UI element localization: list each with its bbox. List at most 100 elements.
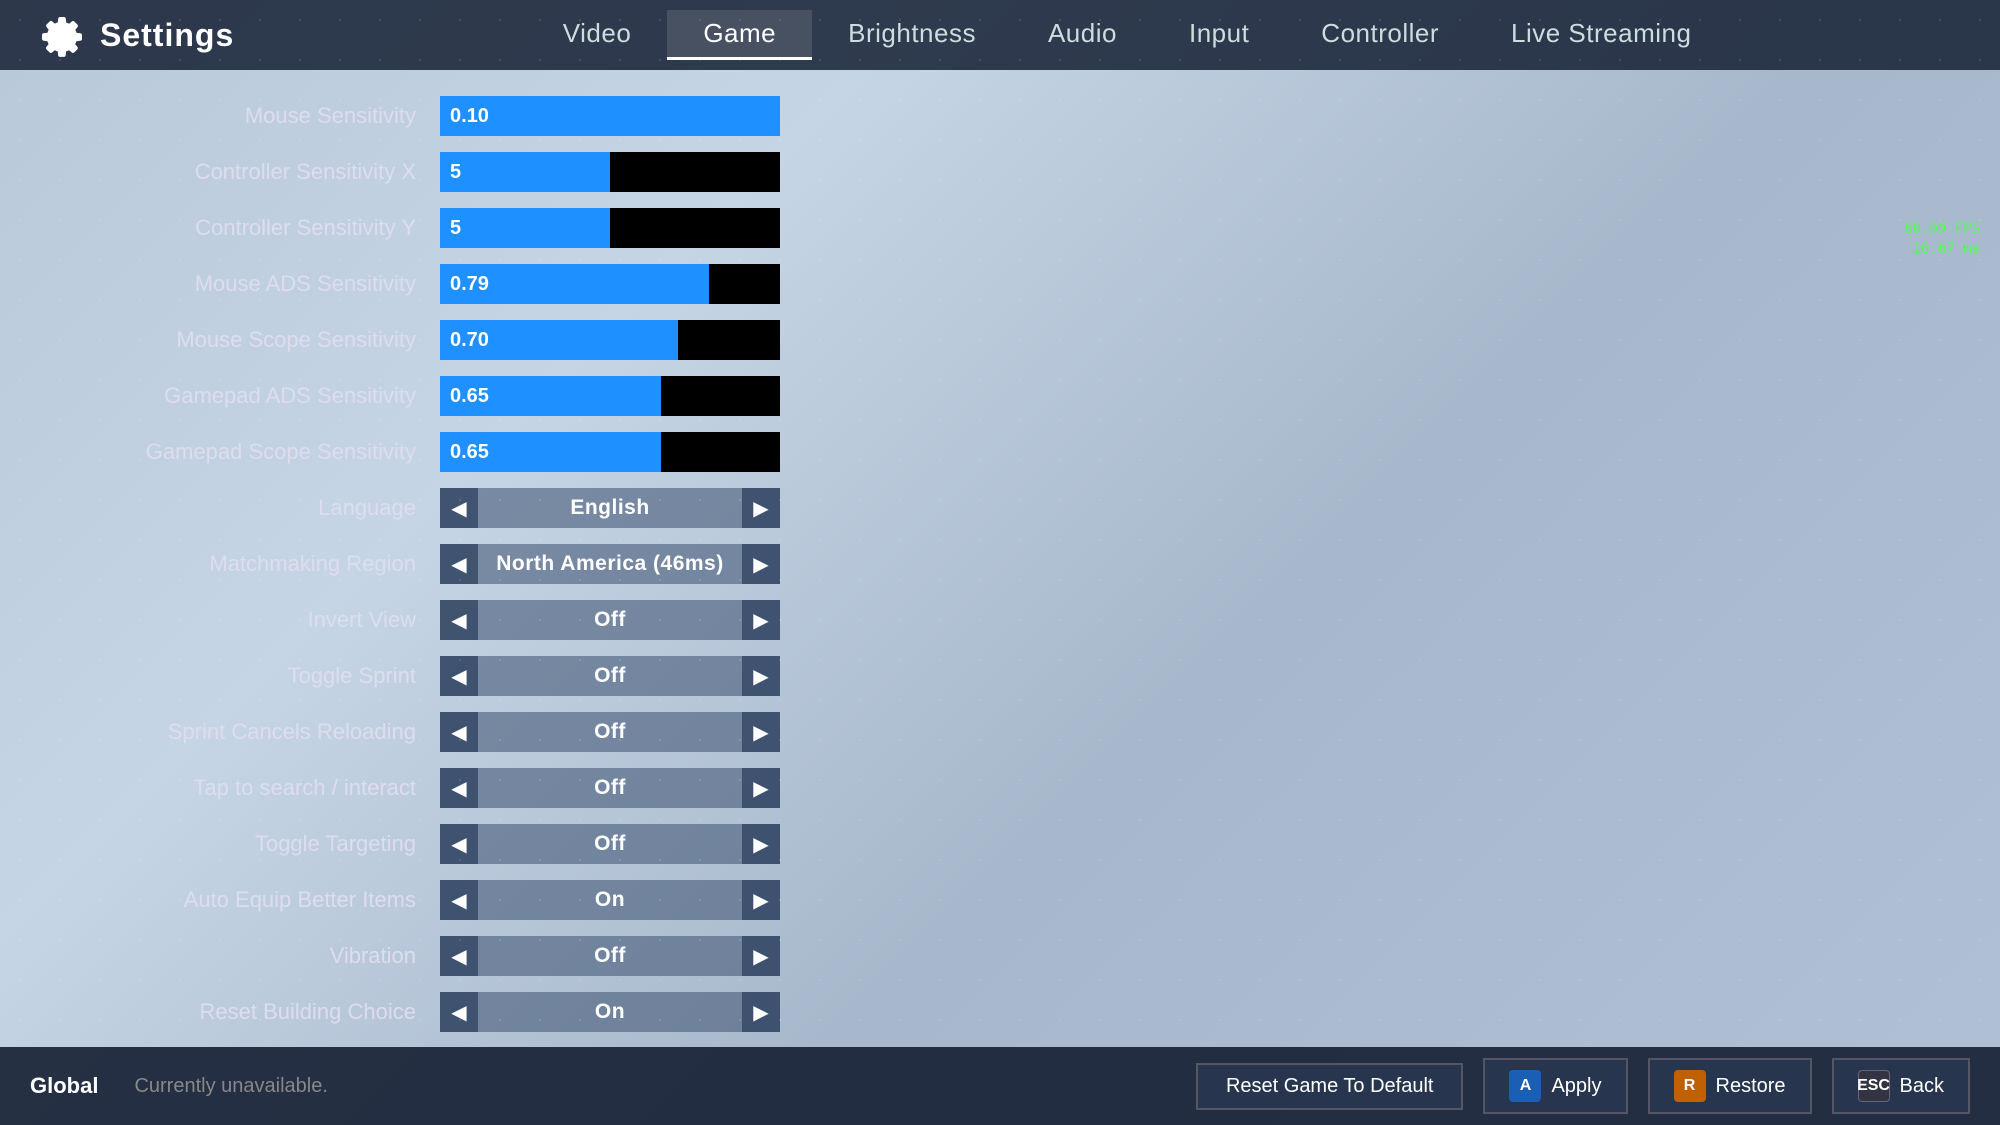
arrow-right-invert-view[interactable]: ▶ (742, 600, 780, 640)
arrow-left-auto-equip[interactable]: ◀ (440, 880, 478, 920)
label-toggle-targeting: Toggle Targeting (60, 831, 440, 857)
arrow-left-invert-view[interactable]: ◀ (440, 600, 478, 640)
control-language[interactable]: ◀ English ▶ (440, 486, 820, 530)
label-mouse-ads: Mouse ADS Sensitivity (60, 271, 440, 297)
reset-default-button[interactable]: Reset Game To Default (1196, 1063, 1464, 1110)
slider-ctrl-x[interactable]: 5 (440, 152, 780, 192)
value-mouse-sensitivity: 0.10 (450, 105, 489, 128)
arrow-auto-equip[interactable]: ◀ On ▶ (440, 880, 780, 920)
arrow-right-vibration[interactable]: ▶ (742, 936, 780, 976)
bottom-bar: Global Currently unavailable. Reset Game… (0, 1047, 2000, 1125)
value-toggle-targeting: Off (478, 832, 742, 856)
control-ctrl-x[interactable]: 5 (440, 150, 820, 194)
slider-mouse-scope[interactable]: 0.70 (440, 320, 780, 360)
arrow-tap-search[interactable]: ◀ Off ▶ (440, 768, 780, 808)
label-mouse-sensitivity: Mouse Sensitivity (60, 103, 440, 129)
tab-live-streaming[interactable]: Live Streaming (1475, 10, 1727, 60)
tab-audio[interactable]: Audio (1012, 10, 1153, 60)
control-mouse-ads[interactable]: 0.79 (440, 262, 820, 306)
arrow-right-auto-equip[interactable]: ▶ (742, 880, 780, 920)
control-invert-view[interactable]: ◀ Off ▶ (440, 598, 820, 642)
label-vibration: Vibration (60, 943, 440, 969)
arrow-invert-view[interactable]: ◀ Off ▶ (440, 600, 780, 640)
arrow-language[interactable]: ◀ English ▶ (440, 488, 780, 528)
control-toggle-sprint[interactable]: ◀ Off ▶ (440, 654, 820, 698)
apply-label: Apply (1551, 1075, 1601, 1098)
tab-game[interactable]: Game (667, 10, 812, 60)
control-gamepad-ads[interactable]: 0.65 (440, 374, 820, 418)
setting-row-region: Matchmaking Region ◀ North America (46ms… (60, 538, 820, 590)
arrow-left-vibration[interactable]: ◀ (440, 936, 478, 976)
control-sprint-cancel[interactable]: ◀ Off ▶ (440, 710, 820, 754)
arrow-left-language[interactable]: ◀ (440, 488, 478, 528)
label-gamepad-ads: Gamepad ADS Sensitivity (60, 383, 440, 409)
slider-ctrl-y[interactable]: 5 (440, 208, 780, 248)
setting-row-vibration: Vibration ◀ Off ▶ (60, 930, 820, 982)
value-reset-building: On (478, 1000, 742, 1024)
nav-tabs: Video Game Brightness Audio Input Contro… (294, 10, 1960, 60)
control-vibration[interactable]: ◀ Off ▶ (440, 934, 820, 978)
value-auto-equip: On (478, 888, 742, 912)
tab-controller[interactable]: Controller (1285, 10, 1475, 60)
label-mouse-scope: Mouse Scope Sensitivity (60, 327, 440, 353)
arrow-toggle-sprint[interactable]: ◀ Off ▶ (440, 656, 780, 696)
label-language: Language (60, 495, 440, 521)
setting-row-reset-building: Reset Building Choice ◀ On ▶ (60, 986, 820, 1038)
arrow-left-toggle-sprint[interactable]: ◀ (440, 656, 478, 696)
arrow-reset-building[interactable]: ◀ On ▶ (440, 992, 780, 1032)
apply-button[interactable]: A Apply (1483, 1058, 1627, 1114)
setting-row-language: Language ◀ English ▶ (60, 482, 820, 534)
control-auto-equip[interactable]: ◀ On ▶ (440, 878, 820, 922)
slider-gamepad-scope[interactable]: 0.65 (440, 432, 780, 472)
arrow-right-toggle-sprint[interactable]: ▶ (742, 656, 780, 696)
control-reset-building[interactable]: ◀ On ▶ (440, 990, 820, 1034)
tab-brightness[interactable]: Brightness (812, 10, 1012, 60)
control-tap-search[interactable]: ◀ Off ▶ (440, 766, 820, 810)
label-invert-view: Invert View (60, 607, 440, 633)
tab-video[interactable]: Video (527, 10, 668, 60)
restore-button[interactable]: R Restore (1648, 1058, 1812, 1114)
settings-list: Mouse Sensitivity 0.10 Controller Sensit… (60, 90, 820, 1042)
restore-key-badge: R (1674, 1070, 1706, 1102)
control-gamepad-scope[interactable]: 0.65 (440, 430, 820, 474)
logo-area: Settings (40, 13, 234, 57)
arrow-right-toggle-targeting[interactable]: ▶ (742, 824, 780, 864)
arrow-left-region[interactable]: ◀ (440, 544, 478, 584)
value-language: English (478, 496, 742, 520)
arrow-right-region[interactable]: ▶ (742, 544, 780, 584)
arrow-left-toggle-targeting[interactable]: ◀ (440, 824, 478, 864)
label-reset-building: Reset Building Choice (60, 999, 440, 1025)
arrow-left-sprint-cancel[interactable]: ◀ (440, 712, 478, 752)
back-button[interactable]: ESC Back (1832, 1058, 1970, 1114)
arrow-left-tap-search[interactable]: ◀ (440, 768, 478, 808)
arrow-sprint-cancel[interactable]: ◀ Off ▶ (440, 712, 780, 752)
setting-row-auto-equip: Auto Equip Better Items ◀ On ▶ (60, 874, 820, 926)
arrow-vibration[interactable]: ◀ Off ▶ (440, 936, 780, 976)
arrow-left-reset-building[interactable]: ◀ (440, 992, 478, 1032)
back-label: Back (1900, 1075, 1944, 1098)
control-mouse-sensitivity[interactable]: 0.10 (440, 94, 820, 138)
arrow-right-reset-building[interactable]: ▶ (742, 992, 780, 1032)
control-mouse-scope[interactable]: 0.70 (440, 318, 820, 362)
control-ctrl-y[interactable]: 5 (440, 206, 820, 250)
slider-mouse-ads[interactable]: 0.79 (440, 264, 780, 304)
value-gamepad-scope: 0.65 (450, 441, 489, 464)
header: Settings Video Game Brightness Audio Inp… (0, 0, 2000, 70)
control-region[interactable]: ◀ North America (46ms) ▶ (440, 542, 820, 586)
setting-row-mouse-ads: Mouse ADS Sensitivity 0.79 (60, 258, 820, 310)
label-tap-search: Tap to search / interact (60, 775, 440, 801)
main-content: Mouse Sensitivity 0.10 Controller Sensit… (0, 70, 2000, 1042)
setting-row-invert-view: Invert View ◀ Off ▶ (60, 594, 820, 646)
slider-gamepad-ads[interactable]: 0.65 (440, 376, 780, 416)
arrow-right-sprint-cancel[interactable]: ▶ (742, 712, 780, 752)
arrow-right-language[interactable]: ▶ (742, 488, 780, 528)
tab-input[interactable]: Input (1153, 10, 1285, 60)
label-ctrl-y: Controller Sensitivity Y (60, 215, 440, 241)
arrow-toggle-targeting[interactable]: ◀ Off ▶ (440, 824, 780, 864)
label-region: Matchmaking Region (60, 551, 440, 577)
arrow-region[interactable]: ◀ North America (46ms) ▶ (440, 544, 780, 584)
slider-mouse-sensitivity[interactable]: 0.10 (440, 96, 780, 136)
value-gamepad-ads: 0.65 (450, 385, 489, 408)
control-toggle-targeting[interactable]: ◀ Off ▶ (440, 822, 820, 866)
arrow-right-tap-search[interactable]: ▶ (742, 768, 780, 808)
